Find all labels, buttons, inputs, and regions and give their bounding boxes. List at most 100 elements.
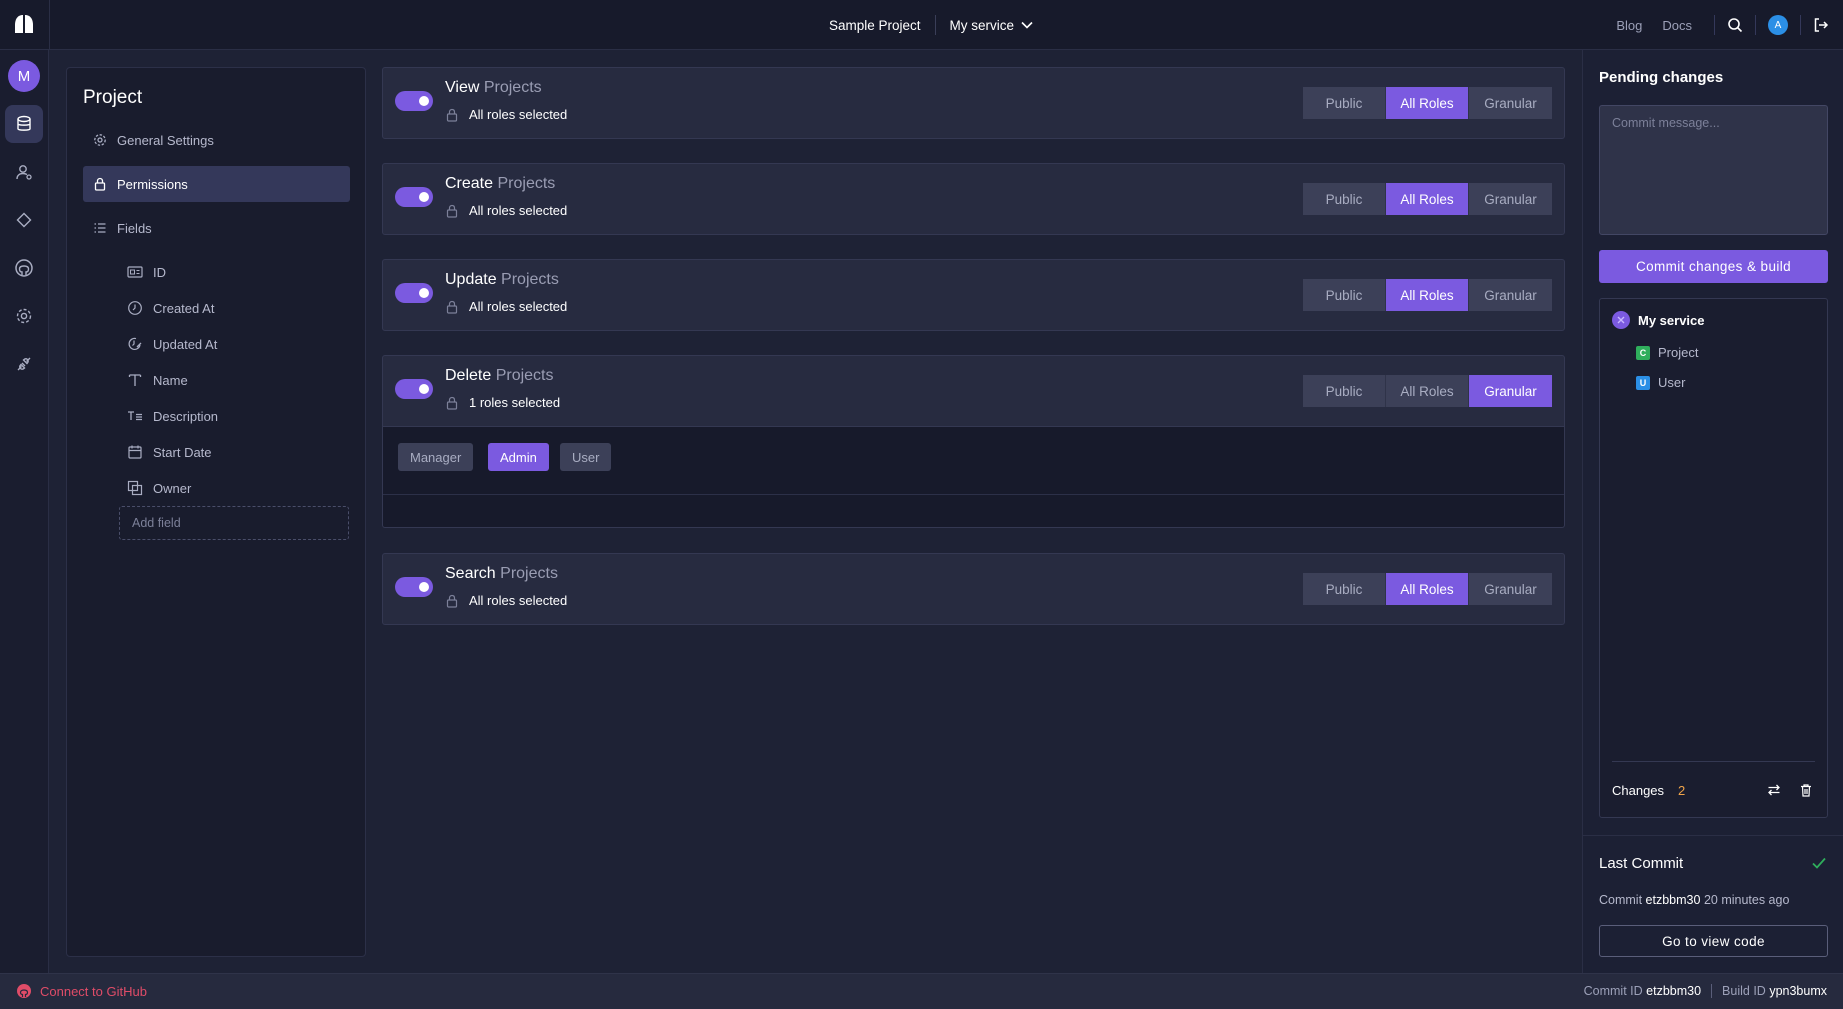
option-all-roles[interactable]: All Roles — [1386, 279, 1469, 311]
separator — [1800, 15, 1801, 35]
commit-id-value[interactable]: etzbbm30 — [1646, 984, 1701, 998]
service-selector[interactable]: My service — [950, 18, 1035, 33]
permission-summary: All roles selected — [445, 593, 567, 608]
roles-nav-button[interactable] — [5, 153, 43, 191]
permission-level-selector: Public All Roles Granular — [1303, 87, 1552, 119]
menu-item-permissions[interactable]: Permissions — [83, 166, 350, 202]
permission-toggle[interactable] — [395, 283, 433, 303]
user-avatar[interactable]: A — [1768, 15, 1788, 35]
divider — [383, 494, 1564, 495]
github-nav-button[interactable] — [5, 249, 43, 287]
option-all-roles[interactable]: All Roles — [1386, 375, 1469, 407]
commit-build-button[interactable]: Commit changes & build — [1599, 250, 1828, 283]
option-granular[interactable]: Granular — [1469, 87, 1552, 119]
relation-icon — [127, 480, 143, 496]
logout-icon[interactable] — [1813, 17, 1829, 33]
compare-changes-icon[interactable] — [1767, 783, 1781, 797]
changed-entity-project[interactable]: C Project — [1636, 345, 1698, 360]
permission-card-update: Update Projects All roles selected Publi… — [382, 259, 1565, 331]
status-bar: Connect to GitHub Commit ID etzbbm30 Bui… — [0, 973, 1843, 1009]
go-to-view-code-button[interactable]: Go to view code — [1599, 925, 1828, 957]
workspace-avatar[interactable]: M — [8, 60, 40, 92]
option-all-roles[interactable]: All Roles — [1386, 183, 1469, 215]
permission-toggle[interactable] — [395, 577, 433, 597]
add-field-input[interactable]: Add field — [119, 506, 349, 540]
field-item-created-at[interactable]: Created At — [127, 296, 214, 320]
blog-link[interactable]: Blog — [1606, 18, 1652, 33]
docs-link[interactable]: Docs — [1652, 18, 1702, 33]
permission-toggle[interactable] — [395, 91, 433, 111]
permission-entity: Projects — [500, 565, 558, 582]
nav-separator — [934, 15, 936, 35]
last-commit-time: 20 minutes ago — [1703, 893, 1790, 907]
field-item-updated-at[interactable]: Updated At — [127, 332, 217, 356]
option-public[interactable]: Public — [1303, 573, 1386, 605]
permission-title: Search Projects — [445, 565, 558, 583]
role-chip-manager[interactable]: Manager — [398, 443, 474, 471]
permission-summary: All roles selected — [445, 203, 567, 218]
diamond-icon — [16, 212, 32, 228]
option-granular[interactable]: Granular — [1469, 573, 1552, 605]
option-public[interactable]: Public — [1303, 87, 1386, 119]
field-item-id[interactable]: ID — [127, 260, 166, 284]
entities-nav-button[interactable] — [5, 105, 43, 143]
commit-message-input[interactable] — [1599, 105, 1828, 235]
changes-count: 2 — [1678, 783, 1686, 798]
project-name[interactable]: Sample Project — [829, 18, 921, 33]
discard-changes-icon[interactable] — [1799, 783, 1813, 797]
change-type-badge: U — [1636, 375, 1650, 390]
commit-id-info: Commit ID etzbbm30 — [1584, 984, 1701, 998]
github-icon — [17, 984, 31, 998]
permission-summary: 1 roles selected — [445, 395, 560, 410]
option-public[interactable]: Public — [1303, 375, 1386, 407]
field-label: ID — [153, 264, 166, 280]
check-icon — [1811, 855, 1827, 871]
settings-icon — [16, 308, 32, 324]
divider — [1612, 761, 1815, 762]
settings-nav-button[interactable] — [5, 297, 43, 335]
build-id-value[interactable]: ypn3bumx — [1769, 984, 1827, 998]
field-item-description[interactable]: Description — [127, 404, 218, 428]
permission-action: Delete — [445, 367, 492, 384]
permission-toggle[interactable] — [395, 187, 433, 207]
pending-changes-title: Pending changes — [1599, 69, 1724, 86]
separator — [1711, 984, 1713, 998]
menu-item-label: Permissions — [117, 176, 188, 192]
changed-entity-user[interactable]: U User — [1636, 375, 1685, 390]
plugins-nav-button[interactable] — [5, 345, 43, 383]
option-public[interactable]: Public — [1303, 183, 1386, 215]
build-info: Commit ID etzbbm30 Build ID ypn3bumx — [1584, 984, 1827, 998]
connect-github-link[interactable]: Connect to GitHub — [16, 983, 147, 999]
option-public[interactable]: Public — [1303, 279, 1386, 311]
changed-service[interactable]: My service — [1612, 311, 1705, 329]
permission-summary-text: All roles selected — [469, 203, 568, 218]
last-commit-id[interactable]: etzbbm30 — [1646, 893, 1701, 907]
permission-card-create: Create Projects All roles selected Publi… — [382, 163, 1565, 235]
field-item-start-date[interactable]: Start Date — [127, 440, 212, 464]
clock-icon — [128, 301, 142, 315]
project-nav: Sample Project My service — [0, 0, 1843, 50]
lock-icon — [446, 300, 458, 314]
entity-settings-panel: Project General Settings Permissions Fie… — [66, 67, 366, 957]
option-granular[interactable]: Granular — [1469, 279, 1552, 311]
changes-label: Changes — [1612, 783, 1665, 798]
role-chip-user[interactable]: User — [560, 443, 612, 471]
clock-edit-icon — [128, 337, 142, 351]
field-label: Name — [153, 372, 188, 388]
field-item-name[interactable]: Name — [127, 368, 188, 392]
option-granular[interactable]: Granular — [1469, 183, 1552, 215]
permission-action: Search — [445, 565, 496, 582]
option-all-roles[interactable]: All Roles — [1386, 573, 1469, 605]
menu-item-general-settings[interactable]: General Settings — [83, 122, 350, 158]
option-all-roles[interactable]: All Roles — [1386, 87, 1469, 119]
search-icon[interactable] — [1727, 17, 1743, 33]
role-chip-admin[interactable]: Admin — [488, 443, 549, 471]
connections-nav-button[interactable] — [5, 201, 43, 239]
permission-toggle[interactable] — [395, 379, 433, 399]
menu-item-fields[interactable]: Fields — [83, 210, 350, 246]
field-label: Updated At — [153, 336, 218, 352]
list-icon — [94, 223, 106, 233]
permission-entity: Projects — [497, 175, 556, 192]
field-item-owner[interactable]: Owner — [127, 476, 191, 500]
option-granular[interactable]: Granular — [1469, 375, 1552, 407]
